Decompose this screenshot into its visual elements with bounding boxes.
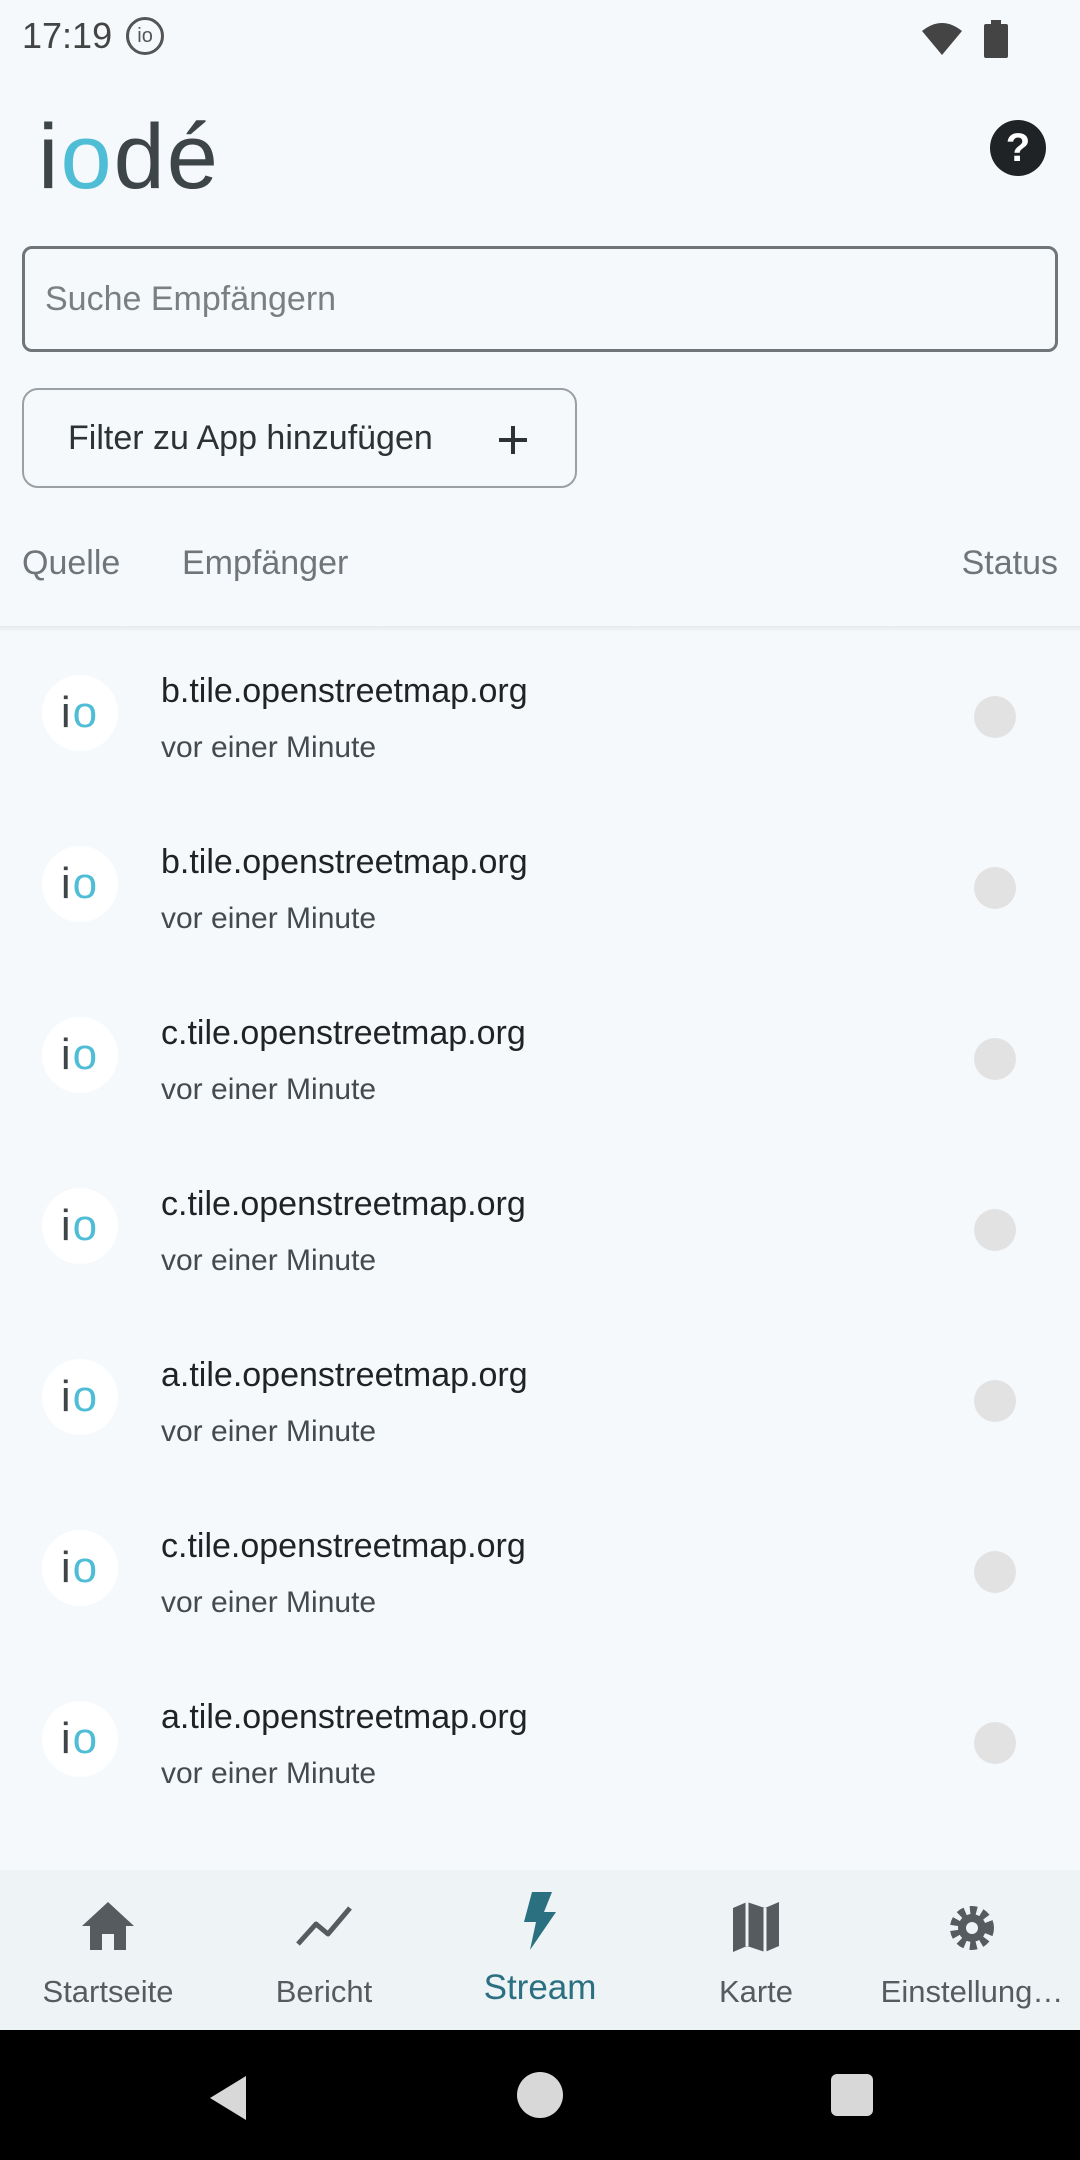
recent-apps-icon[interactable] xyxy=(831,2074,873,2116)
status-time: 17:19 xyxy=(22,15,113,56)
system-navigation-bar xyxy=(0,2030,1080,2160)
recipient-host: c.tile.openstreetmap.org xyxy=(161,1527,526,1565)
list-item[interactable]: io b.tile.openstreetmap.org vor einer Mi… xyxy=(0,801,1080,972)
recipient-host: b.tile.openstreetmap.org xyxy=(161,843,528,881)
status-dot-icon xyxy=(974,1038,1016,1080)
app-avatar-icon: io xyxy=(42,1017,118,1093)
recipient-time: vor einer Minute xyxy=(161,902,377,935)
back-icon[interactable] xyxy=(206,2074,250,2122)
home-icon xyxy=(82,1902,134,1950)
recipient-host: b.tile.openstreetmap.org xyxy=(161,672,528,710)
wifi-icon xyxy=(922,23,962,55)
status-dot-icon xyxy=(974,1722,1016,1764)
nav-item-bericht[interactable]: Bericht xyxy=(216,1870,432,2030)
recipient-host: c.tile.openstreetmap.org xyxy=(161,1014,526,1052)
recipient-time: vor einer Minute xyxy=(161,731,377,764)
list-item[interactable]: io a.tile.openstreetmap.org vor einer Mi… xyxy=(0,1314,1080,1485)
app-avatar-icon: io xyxy=(42,1359,118,1435)
app-header: iodé ? xyxy=(0,100,1080,210)
app-avatar-icon: io xyxy=(42,1701,118,1777)
iode-logo: iodé xyxy=(38,105,220,210)
status-dot-icon xyxy=(974,1551,1016,1593)
add-app-filter-button[interactable]: Filter zu App hinzufügen xyxy=(22,388,577,488)
recipient-time: vor einer Minute xyxy=(161,1073,377,1106)
search-input[interactable]: Suche Empfängern xyxy=(22,246,1058,352)
recipient-time: vor einer Minute xyxy=(161,1757,377,1790)
nav-label: Karte xyxy=(718,1974,794,2009)
status-bar: 17:19 io xyxy=(0,0,1080,72)
nav-item-startseite[interactable]: Startseite xyxy=(0,1870,216,2030)
list-item[interactable]: io b.tile.openstreetmap.org vor einer Mi… xyxy=(0,630,1080,801)
column-headers: Quelle Empfänger Status xyxy=(0,540,1080,596)
list-item[interactable]: io c.tile.openstreetmap.org vor einer Mi… xyxy=(0,1143,1080,1314)
logo-letter-i: i xyxy=(38,106,61,208)
recipient-host: c.tile.openstreetmap.org xyxy=(161,1185,526,1223)
bolt-icon xyxy=(524,1892,556,1950)
map-icon xyxy=(733,1902,779,1952)
filter-label: Filter zu App hinzufügen xyxy=(68,418,433,457)
io-badge-icon: io xyxy=(126,17,165,55)
app-avatar-icon: io xyxy=(42,1530,118,1606)
logo-letter-o: o xyxy=(60,106,114,208)
status-icons xyxy=(920,20,1008,58)
help-button[interactable]: ? xyxy=(990,120,1046,176)
column-status[interactable]: Status xyxy=(962,544,1058,583)
list-item[interactable]: io c.tile.openstreetmap.org vor einer Mi… xyxy=(0,972,1080,1143)
home-circle-icon[interactable] xyxy=(517,2072,563,2118)
list-item[interactable]: io a.tile.openstreetmap.org vor einer Mi… xyxy=(0,1656,1080,1827)
app-avatar-icon: io xyxy=(42,675,118,751)
recipient-host: a.tile.openstreetmap.org xyxy=(161,1356,528,1394)
nav-label: Bericht xyxy=(275,1974,373,2009)
search-placeholder: Suche Empfängern xyxy=(45,279,337,318)
recipient-host: a.tile.openstreetmap.org xyxy=(161,1698,528,1736)
logo-letters-de: dé xyxy=(113,106,220,208)
connection-list[interactable]: io b.tile.openstreetmap.org vor einer Mi… xyxy=(0,630,1080,1870)
status-dot-icon xyxy=(974,1380,1016,1422)
nav-label: Einstellung… xyxy=(880,1974,1064,2009)
help-icon: ? xyxy=(1005,125,1031,170)
column-source[interactable]: Quelle xyxy=(22,544,120,583)
nav-item-stream[interactable]: Stream xyxy=(432,1870,648,2030)
trend-icon xyxy=(296,1906,352,1946)
app-avatar-icon: io xyxy=(42,1188,118,1264)
nav-label: Stream xyxy=(483,1968,597,2007)
nav-item-karte[interactable]: Karte xyxy=(648,1870,864,2030)
recipient-time: vor einer Minute xyxy=(161,1415,377,1448)
column-recipient[interactable]: Empfänger xyxy=(182,544,348,583)
gear-icon xyxy=(950,1906,994,1950)
status-dot-icon xyxy=(974,867,1016,909)
nav-item-einstellungen[interactable]: Einstellung… xyxy=(864,1870,1080,2030)
bottom-navigation: Startseite Bericht Stream Karte Einstell… xyxy=(0,1870,1080,2030)
recipient-time: vor einer Minute xyxy=(161,1244,377,1277)
app-avatar-icon: io xyxy=(42,846,118,922)
list-item[interactable]: io c.tile.openstreetmap.org vor einer Mi… xyxy=(0,1485,1080,1656)
plus-icon xyxy=(499,426,527,454)
recipient-time: vor einer Minute xyxy=(161,1586,377,1619)
battery-icon xyxy=(984,20,1008,58)
status-dot-icon xyxy=(974,696,1016,738)
nav-label: Startseite xyxy=(42,1974,174,2009)
status-dot-icon xyxy=(974,1209,1016,1251)
